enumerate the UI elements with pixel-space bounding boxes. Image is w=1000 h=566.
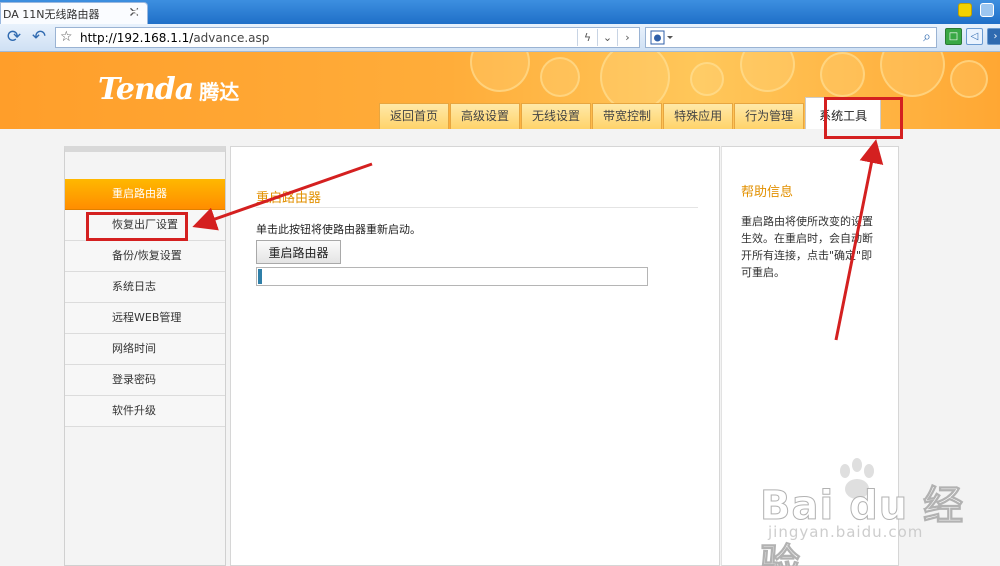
sidebar-item-syslog[interactable]: 系统日志 <box>65 272 225 303</box>
logo-chinese: 腾达 <box>199 80 240 104</box>
decor-bubble <box>470 52 530 92</box>
back-icon[interactable]: ◁ <box>966 28 983 45</box>
tab-behavior[interactable]: 行为管理 <box>734 103 805 129</box>
window-tools <box>958 3 994 17</box>
decor-bubble <box>540 57 580 97</box>
search-icon[interactable]: ⌕ <box>923 29 931 45</box>
tab-special-apps[interactable]: 特殊应用 <box>663 103 734 129</box>
watermark-brand: Bai du 经验 <box>760 483 965 566</box>
address-toolbar: ⟳ ↶ ☆ http://192.168.1.1/advance.asp ϟ ⌄… <box>0 24 1000 52</box>
bookmark-star-icon[interactable]: ☆ <box>60 29 73 45</box>
refresh-icon[interactable]: ⟳ <box>5 28 23 46</box>
browser-tab-title: DA 11N无线路由器 <box>3 7 100 21</box>
annotation-box-system-tools <box>824 97 903 139</box>
browser-tab-bar: DA 11N无线路由器 ✕ + <box>0 0 1000 24</box>
address-bar[interactable]: ☆ http://192.168.1.1/advance.asp ϟ ⌄ › <box>55 27 640 48</box>
decor-bubble <box>740 52 795 92</box>
decor-bubble <box>690 62 724 96</box>
decor-bubble <box>950 60 988 98</box>
lock-icon[interactable] <box>958 3 972 17</box>
main-panel: 重启路由器 单击此按钮将使路由器重新启动。 重启路由器 <box>230 146 720 566</box>
new-tab-button[interactable]: + <box>126 2 146 22</box>
tab-advanced[interactable]: 高级设置 <box>450 103 521 129</box>
forward-icon[interactable]: › <box>987 28 1000 45</box>
sidebar-item-remote-web[interactable]: 远程WEB管理 <box>65 303 225 334</box>
help-text: 重启路由将使所改变的设置生效。在重启时，会自动断开所有连接，点击"确定"即可重启… <box>741 215 873 279</box>
decor-bubble <box>820 52 865 97</box>
tab-wireless[interactable]: 无线设置 <box>521 103 592 129</box>
chevron-right-icon[interactable]: › <box>617 29 637 46</box>
shirt-icon[interactable] <box>980 3 994 17</box>
tenda-logo: Tenda 腾达 <box>98 72 239 107</box>
tab-home[interactable]: 返回首页 <box>379 103 450 129</box>
help-title: 帮助信息 <box>741 185 794 200</box>
logo-wordmark: Tenda <box>98 72 194 107</box>
title-divider <box>256 207 698 208</box>
annotation-box-factory-reset <box>86 212 188 241</box>
baidu-watermark: Bai du 经验 jingyan.baidu.com <box>750 455 970 566</box>
reboot-description: 单击此按钮将使路由器重新启动。 <box>256 223 421 236</box>
sidebar-item-password[interactable]: 登录密码 <box>65 365 225 396</box>
undo-icon[interactable]: ↶ <box>30 28 48 46</box>
sidebar-item-reboot[interactable]: 重启路由器 <box>65 179 225 210</box>
crop-icon[interactable]: □ <box>945 28 962 45</box>
url-host: http://192.168.1.1/ <box>80 30 194 45</box>
url-path: advance.asp <box>193 30 270 45</box>
url-text: http://192.168.1.1/advance.asp <box>80 31 269 45</box>
chevron-down-icon[interactable]: ⌄ <box>597 29 617 46</box>
reboot-button[interactable]: 重启路由器 <box>256 240 341 264</box>
watermark-url: jingyan.baidu.com <box>768 523 924 541</box>
tab-bandwidth[interactable]: 带宽控制 <box>592 103 663 129</box>
reboot-progress-bar <box>256 267 648 286</box>
top-nav: 返回首页 高级设置 无线设置 带宽控制 特殊应用 行为管理 系统工具 <box>379 97 882 129</box>
sidebar-item-backup[interactable]: 备份/恢复设置 <box>65 241 225 272</box>
side-menu: 重启路由器 恢复出厂设置 备份/恢复设置 系统日志 远程WEB管理 网络时间 登… <box>64 146 226 566</box>
search-input[interactable]: ⌕ <box>645 27 937 48</box>
search-engine-icon[interactable] <box>650 30 674 45</box>
url-tools: ϟ ⌄ › <box>577 29 637 46</box>
decor-bubble <box>880 52 945 97</box>
page-title: 重启路由器 <box>256 191 322 206</box>
side-menu-spacer <box>65 152 225 179</box>
sidebar-item-time[interactable]: 网络时间 <box>65 334 225 365</box>
progress-fill <box>258 269 262 284</box>
lightning-icon[interactable]: ϟ <box>577 29 597 46</box>
sidebar-item-upgrade[interactable]: 软件升级 <box>65 396 225 427</box>
extension-icons: □ ◁ › <box>945 28 1000 45</box>
